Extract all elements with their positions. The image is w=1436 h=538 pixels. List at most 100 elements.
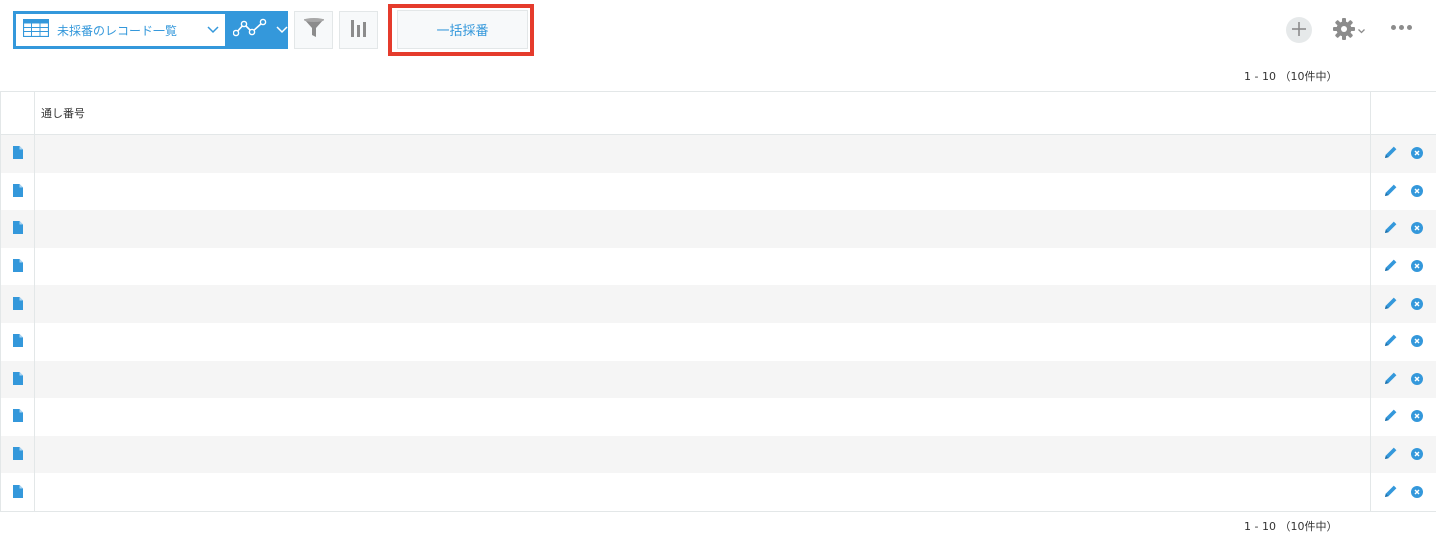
document-icon [12, 182, 23, 201]
table-header-row: 通し番号 [0, 92, 1436, 135]
table-row [0, 398, 1436, 436]
cell-serial-number [35, 322, 1371, 361]
document-icon [12, 295, 23, 314]
pencil-icon [1384, 257, 1398, 276]
add-record-button[interactable] [1286, 17, 1312, 43]
delete-record-button[interactable] [1411, 295, 1423, 314]
graph-select-dropdown[interactable] [225, 11, 288, 49]
record-detail-link[interactable] [0, 285, 35, 323]
cell-serial-number [35, 285, 1371, 323]
document-icon [12, 257, 23, 276]
close-circle-icon [1411, 257, 1423, 276]
record-detail-link[interactable] [0, 473, 35, 511]
edit-record-button[interactable] [1384, 483, 1398, 502]
pagination-info-top: 1 - 10 （10件中） [1244, 70, 1338, 83]
more-options-button[interactable] [1391, 25, 1412, 30]
column-header-serial-number[interactable]: 通し番号 [35, 92, 1371, 134]
delete-record-button[interactable] [1411, 182, 1423, 201]
delete-record-button[interactable] [1411, 370, 1423, 389]
record-detail-link[interactable] [0, 398, 35, 436]
filter-button[interactable] [294, 11, 333, 49]
record-detail-link[interactable] [0, 172, 35, 211]
graph-button[interactable] [339, 11, 378, 49]
document-icon [12, 445, 23, 464]
close-circle-icon [1411, 219, 1423, 238]
bar-chart-icon [350, 19, 368, 41]
document-icon [12, 219, 23, 238]
close-circle-icon [1411, 332, 1423, 351]
pencil-icon [1384, 332, 1398, 351]
close-circle-icon [1411, 445, 1423, 464]
pencil-icon [1384, 483, 1398, 502]
document-icon [12, 483, 23, 502]
pencil-icon [1384, 295, 1398, 314]
chevron-down-icon [207, 26, 219, 34]
table-row [0, 435, 1436, 474]
edit-record-button[interactable] [1384, 182, 1398, 201]
close-circle-icon [1411, 483, 1423, 502]
table-row [0, 322, 1436, 361]
edit-record-button[interactable] [1384, 332, 1398, 351]
delete-record-button[interactable] [1411, 219, 1423, 238]
bulk-numbering-button[interactable]: 一括採番 [397, 10, 528, 49]
view-select-label: 未採番のレコード一覧 [57, 23, 178, 38]
pencil-icon [1384, 219, 1398, 238]
table-row [0, 285, 1436, 323]
chevron-down-icon [1358, 28, 1365, 34]
record-detail-link[interactable] [0, 135, 35, 173]
record-detail-link[interactable] [0, 247, 35, 286]
edit-record-button[interactable] [1384, 295, 1398, 314]
close-circle-icon [1411, 295, 1423, 314]
pencil-icon [1384, 144, 1398, 163]
cell-serial-number [35, 172, 1371, 211]
record-detail-link[interactable] [0, 360, 35, 399]
gear-icon [1333, 18, 1355, 44]
edit-record-button[interactable] [1384, 407, 1398, 426]
edit-record-button[interactable] [1384, 445, 1398, 464]
line-graph-icon [232, 18, 267, 42]
close-circle-icon [1411, 407, 1423, 426]
delete-record-button[interactable] [1411, 407, 1423, 426]
table-row [0, 135, 1436, 173]
document-icon [12, 407, 23, 426]
document-icon [12, 332, 23, 351]
chevron-down-icon [276, 26, 288, 34]
document-icon [12, 370, 23, 389]
record-detail-link[interactable] [0, 435, 35, 474]
close-circle-icon [1411, 144, 1423, 163]
delete-record-button[interactable] [1411, 483, 1423, 502]
record-detail-link[interactable] [0, 322, 35, 361]
table-row [0, 247, 1436, 286]
table-row [0, 360, 1436, 399]
delete-record-button[interactable] [1411, 332, 1423, 351]
cell-serial-number [35, 398, 1371, 436]
settings-button[interactable] [1333, 18, 1365, 44]
view-select-dropdown[interactable]: 未採番のレコード一覧 [16, 14, 225, 46]
delete-record-button[interactable] [1411, 445, 1423, 464]
more-dots-icon [1391, 25, 1396, 30]
pencil-icon [1384, 407, 1398, 426]
edit-record-button[interactable] [1384, 144, 1398, 163]
plus-icon [1292, 21, 1306, 40]
cell-serial-number [35, 247, 1371, 286]
pagination-info-bottom: 1 - 10 （10件中） [1244, 520, 1338, 533]
table-row [0, 473, 1436, 511]
pencil-icon [1384, 445, 1398, 464]
view-selector-group: 未採番のレコード一覧 [13, 11, 288, 49]
record-detail-link[interactable] [0, 210, 35, 248]
list-toolbar: 未採番のレコード一覧 一括採番 [0, 0, 1436, 62]
cell-serial-number [35, 473, 1371, 511]
close-circle-icon [1411, 370, 1423, 389]
cell-serial-number [35, 360, 1371, 399]
filter-funnel-icon [303, 17, 325, 43]
edit-record-button[interactable] [1384, 370, 1398, 389]
table-list-icon [22, 18, 50, 41]
pencil-icon [1384, 370, 1398, 389]
edit-record-button[interactable] [1384, 257, 1398, 276]
document-icon [12, 144, 23, 163]
edit-record-button[interactable] [1384, 219, 1398, 238]
delete-record-button[interactable] [1411, 257, 1423, 276]
delete-record-button[interactable] [1411, 144, 1423, 163]
record-list-table: 通し番号 [0, 91, 1436, 512]
cell-serial-number [35, 435, 1371, 474]
